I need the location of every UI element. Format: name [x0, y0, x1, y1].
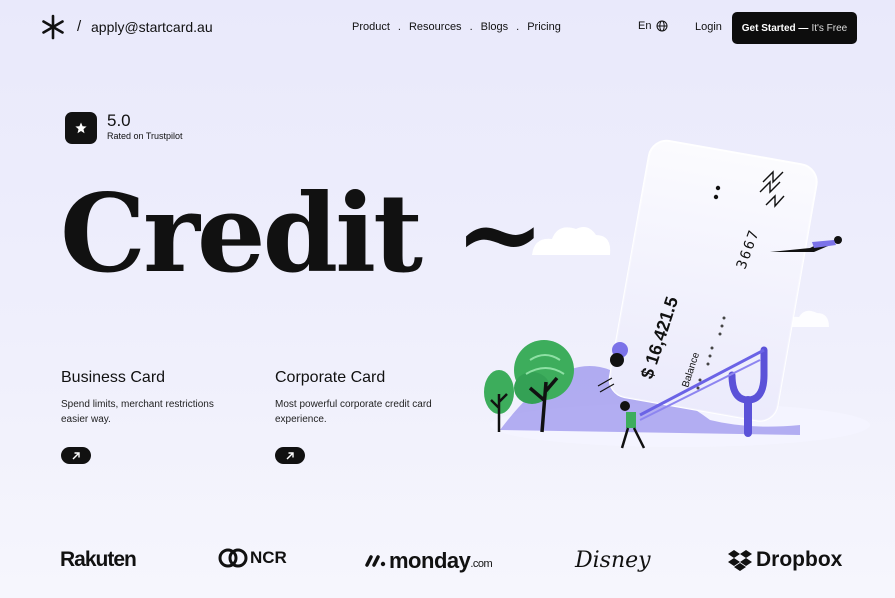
- brand-dropbox-label: Dropbox: [756, 548, 843, 571]
- business-card-title: Business Card: [61, 369, 166, 386]
- nav-resources[interactable]: Resources: [409, 21, 462, 33]
- arrow-up-right-icon: [72, 451, 80, 459]
- corporate-card-desc: Most powerful corporate credit card expe…: [275, 399, 432, 425]
- credit-card-graphic: [608, 139, 818, 422]
- corporate-card-title: Corporate Card: [275, 369, 386, 386]
- language-selector[interactable]: En: [638, 20, 668, 32]
- brand-dropbox: Dropbox: [728, 548, 842, 572]
- login-link[interactable]: Login: [695, 21, 722, 33]
- nav-separator: .: [469, 21, 473, 33]
- business-card-block: Business Card Spend limits, merchant res…: [61, 369, 231, 464]
- brand-monday: monday .com: [364, 548, 493, 574]
- card-dot: [713, 194, 719, 200]
- nav-pricing[interactable]: Pricing: [527, 21, 561, 33]
- asterisk-logo-icon[interactable]: [40, 14, 66, 40]
- get-started-button[interactable]: Get Started — It's Free: [732, 12, 857, 44]
- corporate-card-block: Corporate Card Most powerful corporate c…: [275, 369, 445, 464]
- globe-icon: [656, 20, 668, 32]
- corporate-card-link[interactable]: [275, 447, 305, 464]
- rating-label: Rated on Trustpilot: [107, 131, 183, 141]
- language-label: En: [638, 20, 652, 32]
- brand-ncr-label: NCR: [250, 548, 287, 567]
- monday-logo-icon: [365, 555, 386, 567]
- trustpilot-badge: [65, 112, 97, 144]
- star-icon: [75, 122, 87, 134]
- business-card-link[interactable]: [61, 447, 91, 464]
- nav-product[interactable]: Product: [352, 21, 390, 33]
- brand-ncr: NCR: [218, 548, 287, 568]
- main-nav: Product . Resources . Blogs . Pricing: [352, 21, 561, 33]
- nav-blogs[interactable]: Blogs: [481, 21, 509, 33]
- ncr-logo-icon: [218, 548, 248, 568]
- brand-disney: Disney: [575, 548, 651, 573]
- dark-circle: [610, 353, 624, 367]
- cta-label-bold: Get Started —: [741, 22, 809, 34]
- brand-monday-label: monday: [389, 548, 471, 573]
- cta-label-light: It's Free: [811, 22, 848, 34]
- business-card-desc: Spend limits, merchant restrictions easi…: [61, 399, 214, 425]
- dropbox-logo-icon: [728, 550, 752, 571]
- nav-separator: .: [516, 21, 520, 33]
- rating-score: 5.0: [107, 111, 131, 130]
- hero-headline: Credit ~: [60, 171, 545, 297]
- brand-monday-suffix: .com: [470, 558, 493, 570]
- brand-logos-row: Rakuten NCR monday .com Disney Dropbox: [0, 540, 895, 580]
- brand-rakuten: Rakuten: [60, 548, 137, 571]
- contact-email[interactable]: apply@startcard.au: [91, 19, 213, 35]
- hero-illustration: 3667 $ 16,421.5 Balance: [484, 139, 870, 449]
- cloud-left: [532, 227, 611, 255]
- arrow-up-right-icon: [286, 451, 294, 459]
- separator-slash: /: [77, 18, 82, 35]
- nav-separator: .: [397, 21, 401, 33]
- card-dot: [715, 185, 721, 191]
